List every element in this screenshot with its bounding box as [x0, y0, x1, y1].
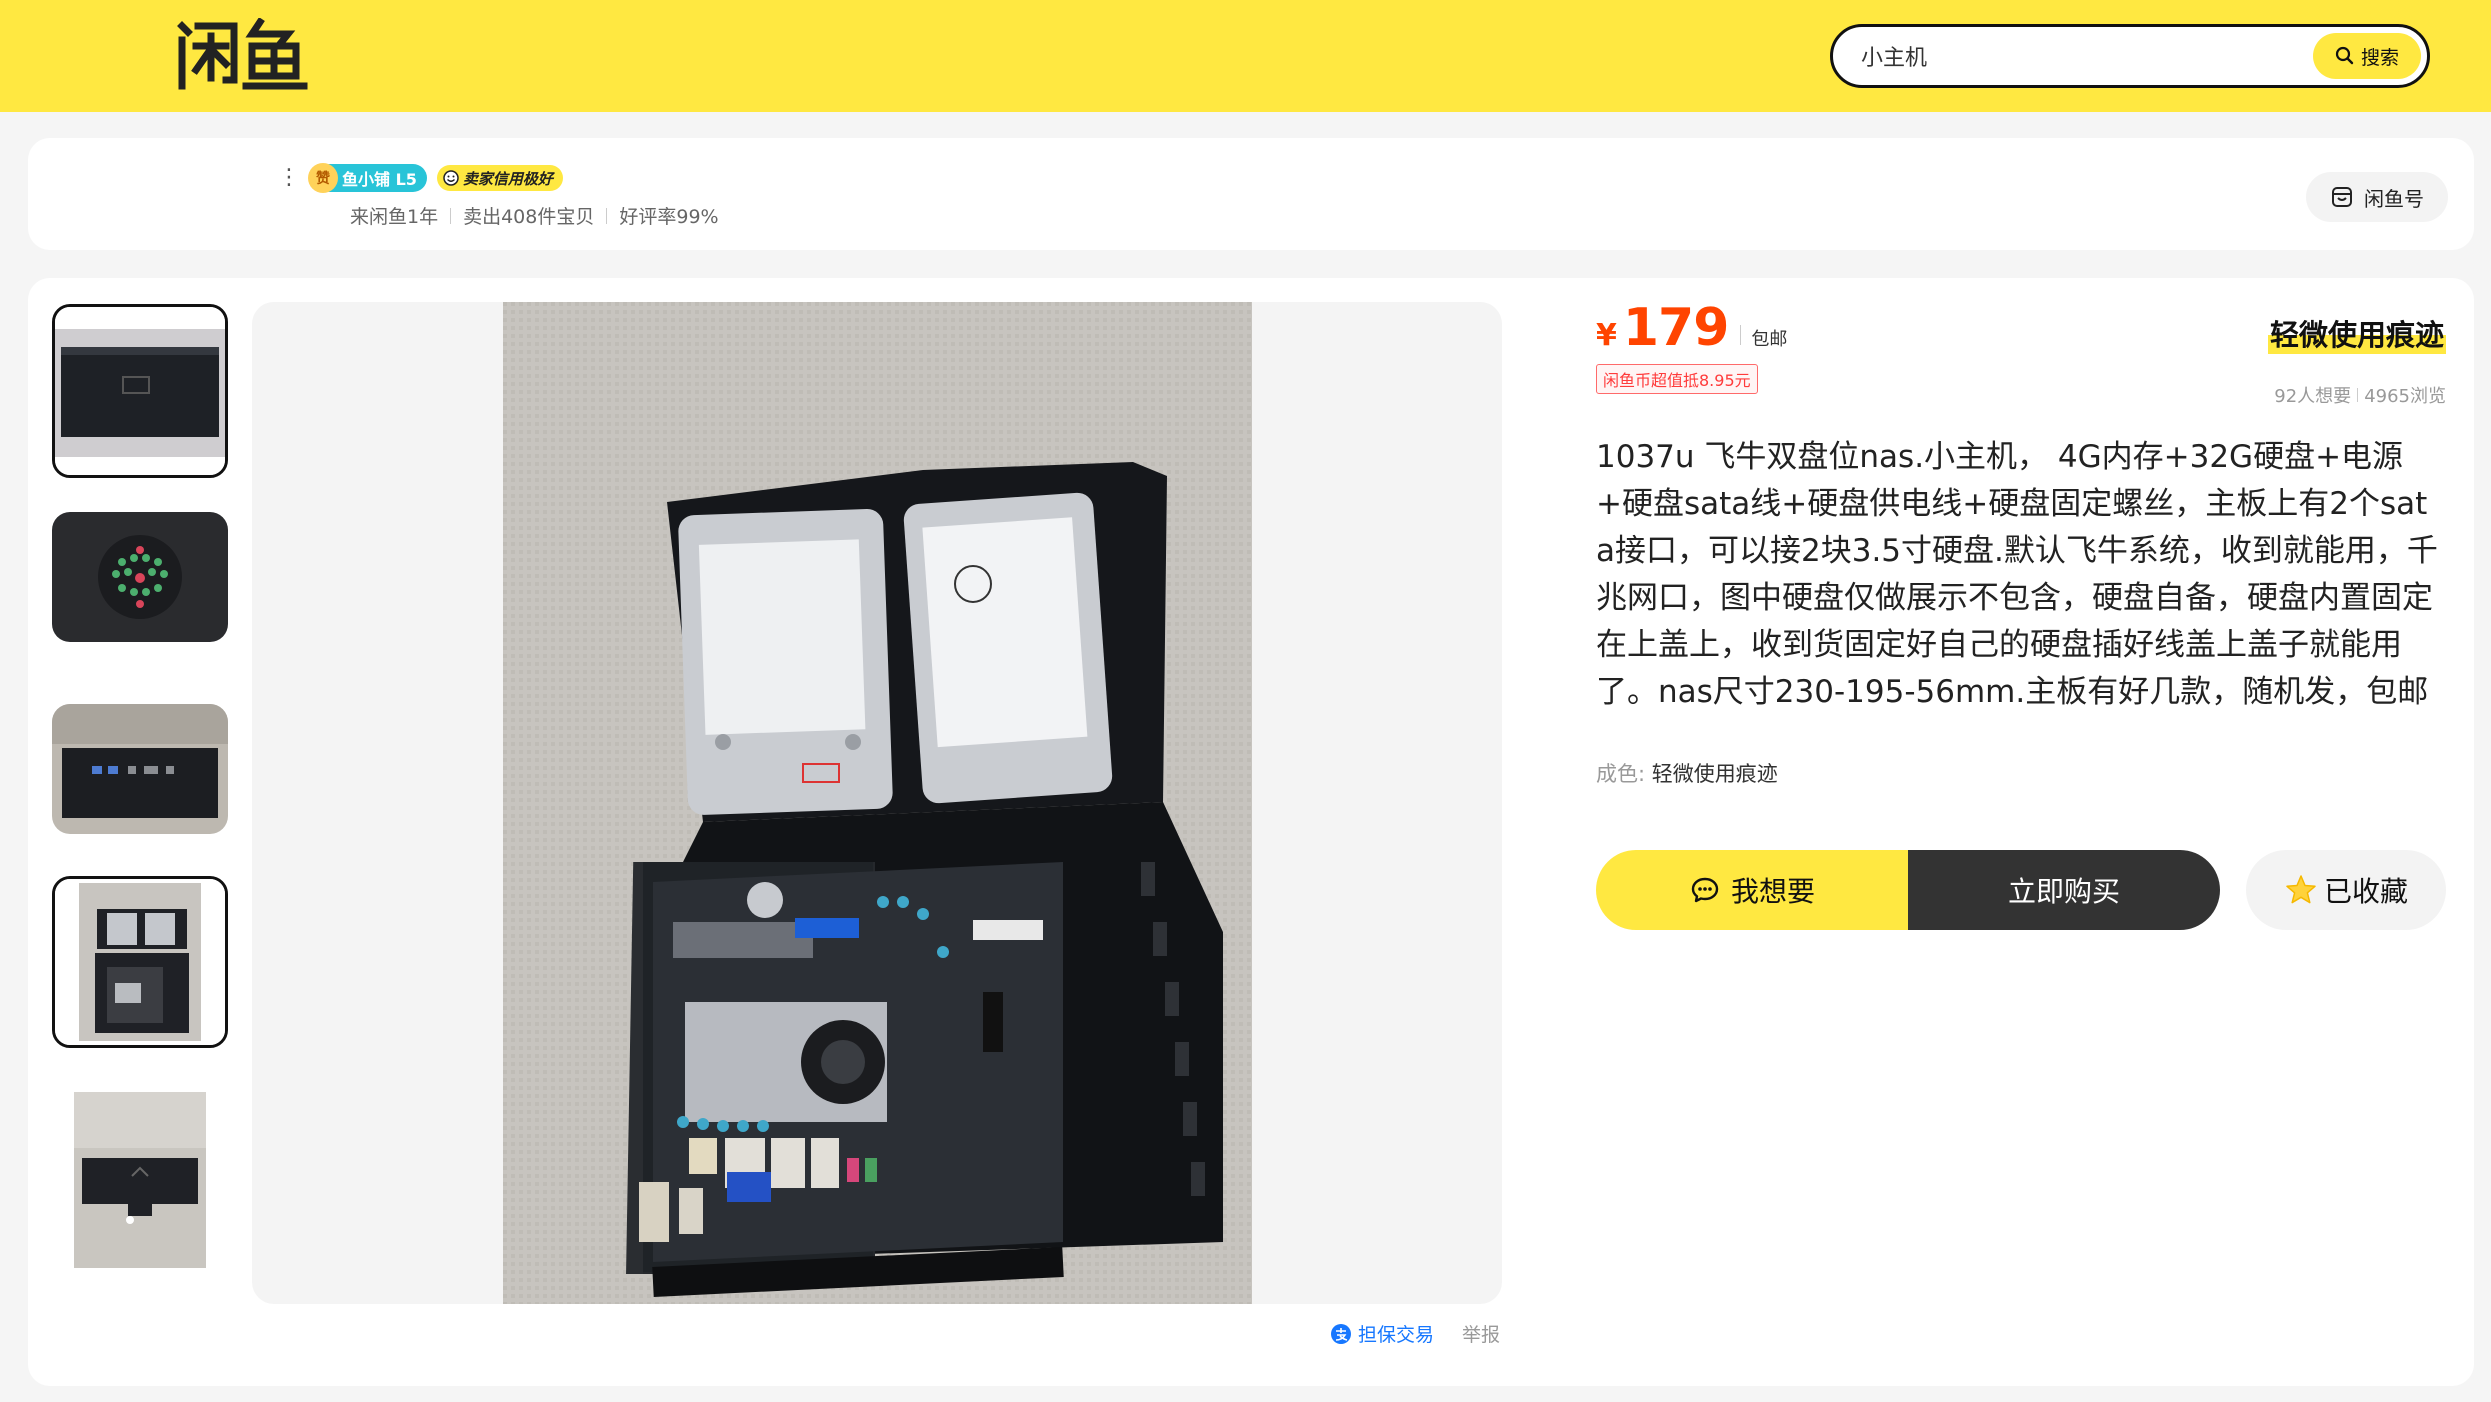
- star-icon: [2286, 875, 2316, 904]
- main-image-viewer[interactable]: [252, 302, 1502, 1304]
- escrow-link[interactable]: 担保交易: [1330, 1320, 1434, 1347]
- quality-label: 成色:: [1596, 762, 1646, 786]
- search-button-label: 搜索: [2360, 46, 2399, 69]
- action-buttons: 我想要 立即购买 已收藏: [1596, 850, 2446, 930]
- thumbnail-image: [52, 512, 228, 642]
- top-header: 搜索: [0, 0, 2491, 112]
- condition-tag: 轻微使用痕迹: [2267, 312, 2446, 354]
- divider: [606, 207, 608, 224]
- more-icon[interactable]: ⋮: [278, 167, 300, 189]
- divider: [450, 207, 452, 224]
- want-count: 92人想要: [2274, 386, 2352, 407]
- thumbnail-list: [52, 302, 232, 1306]
- search-bar: 搜索: [1830, 24, 2430, 88]
- thumbnail-2[interactable]: [52, 512, 228, 642]
- fish-number-button[interactable]: 闲鱼号: [2306, 172, 2448, 222]
- search-input[interactable]: [1861, 27, 2281, 85]
- seller-stats: 来闲鱼1年 卖出408件宝贝 好评率99%: [350, 202, 719, 229]
- level-badge-label: 鱼小铺 L5: [342, 170, 417, 189]
- credit-badge[interactable]: 卖家信用极好: [436, 165, 563, 191]
- thumbnail-image: [74, 1092, 206, 1268]
- seller-stat-years: 来闲鱼1年: [350, 206, 439, 228]
- quality-value: 轻微使用痕迹: [1651, 762, 1778, 786]
- product-photo: [503, 302, 1252, 1304]
- product-stats: 92人想要 4965浏览: [2274, 382, 2446, 408]
- thumbnail-image: [55, 879, 225, 1045]
- chat-icon: [1691, 877, 1719, 903]
- thumbnail-image: [52, 704, 228, 834]
- alipay-icon: [1331, 1323, 1351, 1344]
- thumbnail-1[interactable]: [52, 304, 228, 478]
- thumbnail-3[interactable]: [52, 704, 228, 834]
- search-button[interactable]: 搜索: [2313, 33, 2421, 79]
- escrow-label: 担保交易: [1358, 1324, 1435, 1346]
- product-description: 1037u 飞牛双盘位nas.小主机， 4G内存+32G硬盘+电源+硬盘sata…: [1596, 439, 2438, 710]
- smile-icon: [443, 170, 459, 186]
- thumbnail-5[interactable]: [52, 1092, 228, 1268]
- divider: [1740, 325, 1742, 345]
- want-button[interactable]: 我想要: [1596, 850, 1908, 930]
- seller-badges: ⋮ 赞 鱼小铺 L5 卖家信用极好: [278, 163, 563, 193]
- report-link[interactable]: 举报: [1462, 1320, 1500, 1347]
- fish-number-label: 闲鱼号: [2364, 186, 2424, 211]
- credit-badge-label: 卖家信用极好: [462, 169, 553, 188]
- shipping-label: 包邮: [1751, 329, 1788, 350]
- divider: [2357, 388, 2359, 402]
- coin-offer-badge[interactable]: 闲鱼币超值抵8.95元: [1596, 364, 1758, 394]
- buy-now-button[interactable]: 立即购买: [1908, 850, 2220, 930]
- search-icon: [2335, 46, 2354, 65]
- favorite-button[interactable]: 已收藏: [2246, 850, 2446, 930]
- price-value: 179: [1622, 298, 1730, 358]
- seller-card: ⋮ 赞 鱼小铺 L5 卖家信用极好 来闲鱼1年 卖出408件宝贝 好评率99% …: [28, 138, 2474, 250]
- product-info: ¥ 179 包邮 轻微使用痕迹 闲鱼币超值抵8.95元 92人想要 4965浏览…: [1596, 298, 2446, 930]
- quality-row: 成色: 轻微使用痕迹: [1596, 758, 2446, 788]
- zan-icon: 赞: [308, 163, 338, 193]
- xianyu-logo[interactable]: [176, 18, 308, 90]
- product-card: 担保交易 举报 ¥ 179 包邮 轻微使用痕迹 闲鱼币超值抵8.95元 92人想…: [28, 278, 2474, 1386]
- seller-stat-sold: 卖出408件宝贝: [463, 206, 595, 228]
- view-count: 4965浏览: [2364, 386, 2446, 407]
- shop-icon: [2332, 187, 2352, 207]
- image-footer-links: 担保交易 举报: [1330, 1320, 1500, 1347]
- favorite-button-label: 已收藏: [2323, 875, 2408, 908]
- thumbnail-image: [55, 307, 225, 475]
- want-button-label: 我想要: [1730, 875, 1815, 908]
- seller-level-badge[interactable]: 赞 鱼小铺 L5: [308, 163, 427, 193]
- thumbnail-4[interactable]: [52, 876, 228, 1048]
- currency-symbol: ¥: [1596, 318, 1617, 353]
- seller-stat-rating: 好评率99%: [619, 206, 719, 228]
